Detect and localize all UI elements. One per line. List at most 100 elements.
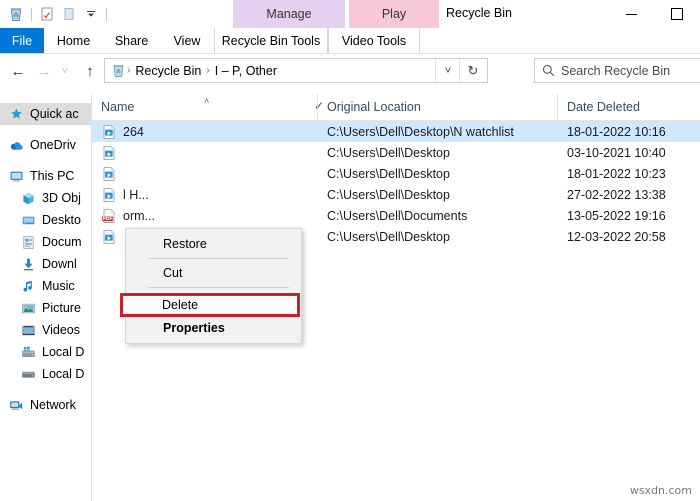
column-header-date-deleted[interactable]: Date Deleted bbox=[557, 94, 700, 120]
recycle-bin-icon[interactable] bbox=[6, 4, 26, 24]
nav-top-spacer bbox=[0, 94, 91, 103]
column-headers: Name ˄ ✓ Original Location Date Deleted bbox=[92, 94, 700, 121]
sidebar-item-label: Local D bbox=[42, 367, 85, 381]
properties-icon[interactable] bbox=[37, 4, 57, 24]
network-icon bbox=[8, 397, 24, 413]
original-location: C:\Users\Dell\Desktop bbox=[327, 187, 450, 202]
minimize-button[interactable] bbox=[608, 0, 654, 28]
original-location: C:\Users\Dell\Desktop bbox=[327, 166, 450, 181]
tab-file[interactable]: File bbox=[0, 28, 44, 53]
sidebar-item-3d-obj[interactable]: 3D Obj bbox=[0, 187, 91, 209]
sidebar-item-docum[interactable]: Docum bbox=[0, 231, 91, 253]
original-location: C:\Users\Dell\Desktop bbox=[327, 229, 450, 244]
contextual-tab-manage[interactable]: Manage bbox=[233, 0, 345, 28]
date-deleted: 13-05-2022 19:16 bbox=[567, 208, 666, 223]
tab-recycle-bin-tools[interactable]: Recycle Bin Tools bbox=[214, 28, 328, 53]
sidebar-item-label: Videos bbox=[42, 323, 80, 337]
cell-name: 264 bbox=[92, 121, 317, 142]
tab-video-tools[interactable]: Video Tools bbox=[328, 28, 420, 53]
sidebar-item-local-d[interactable]: Local D bbox=[0, 341, 91, 363]
sidebar-item-quick-ac[interactable]: Quick ac bbox=[0, 103, 91, 125]
column-header-name[interactable]: Name ˄ ✓ bbox=[92, 94, 324, 120]
star-pin-icon bbox=[8, 106, 24, 122]
search-input[interactable]: Search Recycle Bin bbox=[561, 64, 670, 78]
sidebar-item-downl[interactable]: Downl bbox=[0, 253, 91, 275]
cell-original-location: C:\Users\Dell\Desktop bbox=[317, 184, 557, 205]
column-header-original-location-label: Original Location bbox=[327, 100, 421, 114]
music-note-icon bbox=[20, 278, 36, 294]
cell-original-location: C:\Users\Dell\Desktop bbox=[317, 163, 557, 184]
monitor-icon bbox=[8, 168, 24, 184]
sidebar-item-picture[interactable]: Picture bbox=[0, 297, 91, 319]
nav-group-spacer bbox=[0, 156, 91, 165]
onedrive-cloud-icon bbox=[8, 137, 24, 153]
file-name: orm... bbox=[123, 208, 155, 223]
cell-original-location: C:\Users\Dell\Desktop bbox=[317, 226, 557, 247]
context-menu-separator-2 bbox=[148, 287, 289, 288]
date-deleted: 18-01-2022 10:16 bbox=[567, 124, 666, 139]
search-box[interactable]: Search Recycle Bin bbox=[534, 58, 700, 83]
tab-share[interactable]: Share bbox=[103, 28, 160, 53]
recent-locations-button[interactable]: ˅ bbox=[56, 59, 74, 83]
sidebar-item-music[interactable]: Music bbox=[0, 275, 91, 297]
sidebar-item-videos[interactable]: Videos bbox=[0, 319, 91, 341]
sidebar-item-network[interactable]: Network bbox=[0, 394, 91, 416]
back-button[interactable]: ← bbox=[6, 59, 30, 83]
tab-view[interactable]: View bbox=[160, 28, 214, 53]
minimize-icon bbox=[625, 13, 637, 15]
context-menu-item-properties[interactable]: Properties bbox=[126, 315, 301, 341]
pictures-icon bbox=[20, 300, 36, 316]
sidebar-item-label: Docum bbox=[42, 235, 82, 249]
local-disk-windows-icon bbox=[20, 344, 36, 360]
sidebar-item-label: Deskto bbox=[42, 213, 81, 227]
desktop-icon bbox=[20, 212, 36, 228]
cell-date-deleted: 27-02-2022 13:38 bbox=[557, 184, 700, 205]
video-file-icon bbox=[101, 124, 117, 140]
column-header-original-location[interactable]: Original Location bbox=[317, 94, 557, 120]
cell-name: PDF orm... bbox=[92, 205, 317, 226]
column-header-name-label: Name bbox=[101, 100, 135, 114]
context-menu-item-delete[interactable]: Delete bbox=[162, 298, 198, 312]
address-bar[interactable]: › Recycle Bin › I – P, Other ˅ ↻ bbox=[104, 58, 488, 83]
maximize-button[interactable] bbox=[654, 0, 700, 28]
sidebar-item-this-pc[interactable]: This PC bbox=[0, 165, 91, 187]
customize-chevron-icon[interactable] bbox=[81, 4, 101, 24]
nav-group-spacer bbox=[0, 125, 91, 134]
table-row[interactable]: C:\Users\Dell\Desktop 18-01-2022 10:23 bbox=[92, 163, 700, 184]
cell-date-deleted: 13-05-2022 19:16 bbox=[557, 205, 700, 226]
quick-access-toolbar bbox=[6, 4, 110, 24]
window-controls bbox=[608, 0, 700, 28]
table-row[interactable]: C:\Users\Dell\Desktop 03-10-2021 10:40 bbox=[92, 142, 700, 163]
new-folder-icon[interactable] bbox=[59, 4, 79, 24]
table-row[interactable]: 264 C:\Users\Dell\Desktop\N watchlist 18-0… bbox=[92, 121, 700, 142]
original-location: C:\Users\Dell\Documents bbox=[327, 208, 468, 223]
up-button[interactable]: ↑ bbox=[78, 59, 102, 83]
breadcrumb-item-category[interactable]: I – P, Other bbox=[211, 64, 281, 78]
context-menu-item-restore[interactable]: Restore bbox=[126, 231, 301, 257]
title-bar: Manage Play Recycle Bin bbox=[0, 0, 700, 28]
context-menu-separator-1 bbox=[148, 258, 289, 259]
table-row[interactable]: l H... C:\Users\Dell\Desktop 27-02-2022 13… bbox=[92, 184, 700, 205]
sidebar-item-local-d[interactable]: Local D bbox=[0, 363, 91, 385]
tab-home[interactable]: Home bbox=[44, 28, 103, 53]
cell-name bbox=[92, 142, 317, 163]
sidebar-item-label: This PC bbox=[30, 169, 75, 183]
refresh-icon[interactable]: ↻ bbox=[459, 59, 486, 82]
sidebar-item-onedriv[interactable]: OneDriv bbox=[0, 134, 91, 156]
date-deleted: 12-03-2022 20:58 bbox=[567, 229, 666, 244]
video-file-icon bbox=[101, 145, 117, 161]
column-header-date-deleted-label: Date Deleted bbox=[567, 100, 640, 114]
nav-group-spacer bbox=[0, 385, 91, 394]
context-menu-item-cut[interactable]: Cut bbox=[126, 260, 301, 286]
cell-original-location: C:\Users\Dell\Documents bbox=[317, 205, 557, 226]
address-dropdown-icon[interactable]: ˅ bbox=[435, 59, 460, 82]
context-menu: Restore Cut Properties bbox=[125, 228, 302, 344]
video-file-icon bbox=[101, 166, 117, 182]
video-file-icon bbox=[101, 229, 117, 245]
contextual-tab-play[interactable]: Play bbox=[349, 0, 439, 28]
file-name: l H... bbox=[123, 187, 149, 202]
table-row[interactable]: PDF orm... C:\Users\Dell\Documents 13-05-2… bbox=[92, 205, 700, 226]
sidebar-item-deskto[interactable]: Deskto bbox=[0, 209, 91, 231]
cell-date-deleted: 12-03-2022 20:58 bbox=[557, 226, 700, 247]
breadcrumb-item-recycle-bin[interactable]: Recycle Bin bbox=[131, 64, 205, 78]
